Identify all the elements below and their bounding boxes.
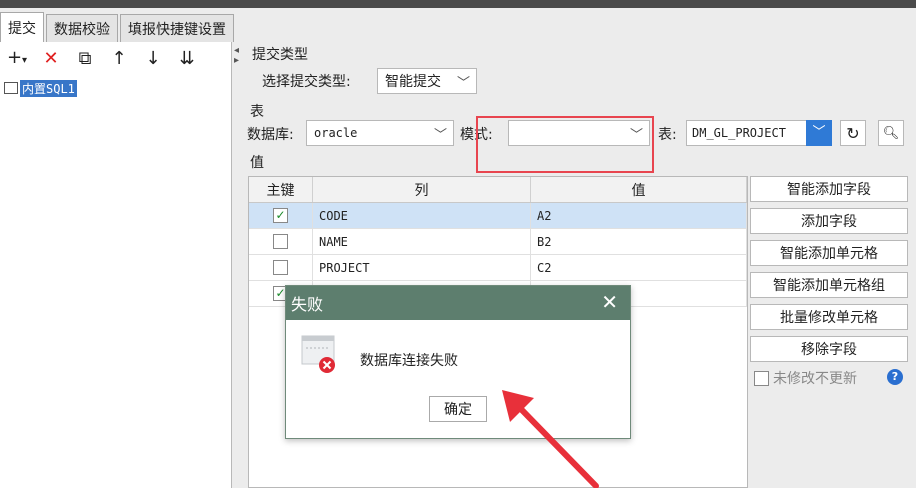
database-value: oracle [314, 126, 358, 140]
table-row[interactable]: ✓ CODE A2 [249, 203, 747, 229]
close-icon[interactable]: ✕ [601, 290, 618, 314]
preview-icon: 🔍︎ [882, 125, 900, 141]
chevron-down-icon: ﹀ [806, 120, 832, 146]
dialog-title: 失败 [291, 295, 324, 314]
smart-add-cell-button[interactable]: 智能添加单元格 [750, 240, 908, 266]
submit-type-select[interactable]: 智能提交 ﹀ [377, 68, 477, 94]
row-value[interactable]: B2 [531, 229, 747, 254]
remove-field-button[interactable]: 移除字段 [750, 336, 908, 362]
chevron-down-icon: ﹀ [456, 76, 470, 91]
splitter-handle[interactable]: ◂ ▸ [234, 46, 240, 66]
left-panel: +▾ ✕ ⧉ ↑ ↓ ⇊ 内置SQL1 [0, 42, 232, 488]
table-row[interactable]: PROJECT C2 [249, 255, 747, 281]
ok-button[interactable]: 确定 [429, 396, 487, 422]
key-checkbox[interactable] [273, 260, 288, 275]
tab-data-validation[interactable]: 数据校验 [46, 14, 118, 42]
row-column[interactable]: PROJECT [313, 255, 531, 280]
database-select[interactable]: oracle ﹀ [306, 120, 454, 146]
row-value[interactable]: C2 [531, 255, 747, 280]
submit-type-value: 智能提交 [385, 74, 441, 90]
table-icon [4, 82, 18, 94]
no-update-unmodified-option[interactable]: 未修改不更新 [754, 368, 857, 388]
move-up-icon[interactable]: ↑ [108, 48, 130, 70]
tree-item-sql1[interactable]: 内置SQL1 [0, 79, 77, 97]
refresh-button[interactable]: ↻ [840, 120, 866, 146]
no-update-checkbox[interactable] [754, 370, 769, 386]
submit-type-label: 选择提交类型: [262, 74, 351, 90]
tab-submit[interactable]: 提交 [0, 12, 44, 42]
help-icon[interactable]: ? [887, 369, 903, 385]
row-value[interactable]: A2 [531, 203, 747, 228]
tab-shortcut-settings[interactable]: 填报快捷键设置 [120, 14, 234, 42]
no-update-label: 未修改不更新 [773, 371, 857, 387]
error-icon [301, 335, 335, 373]
refresh-icon: ↻ [846, 123, 860, 143]
table-value: DM_GL_PROJECT [692, 126, 786, 140]
annotation-arrow-icon [502, 390, 599, 488]
add-icon[interactable]: +▾ [6, 47, 28, 72]
window-top-bar [0, 0, 916, 8]
value-section-title: 值 [250, 155, 264, 171]
table-section-title: 表 [250, 104, 264, 120]
dialog-titlebar: 失败 ✕ [286, 286, 630, 320]
table-label: 表: [658, 127, 677, 143]
row-column[interactable]: NAME [313, 229, 531, 254]
preview-button[interactable]: 🔍︎ [878, 120, 904, 146]
submit-type-title: 提交类型 [252, 47, 308, 63]
tree-item-label: 内置SQL1 [20, 79, 77, 97]
database-label: 数据库: [247, 127, 294, 143]
batch-modify-cells-button[interactable]: 批量修改单元格 [750, 304, 908, 330]
add-field-button[interactable]: 添加字段 [750, 208, 908, 234]
column-header-value[interactable]: 值 [531, 177, 747, 202]
left-toolbar: +▾ ✕ ⧉ ↑ ↓ ⇊ [0, 42, 231, 76]
row-column[interactable]: CODE [313, 203, 531, 228]
key-checkbox[interactable]: ✓ [273, 208, 288, 223]
smart-add-field-button[interactable]: 智能添加字段 [750, 176, 908, 202]
table-row[interactable]: NAME B2 [249, 229, 747, 255]
mode-highlight-box [476, 116, 654, 173]
sort-icon[interactable]: ⇊ [176, 48, 198, 70]
table-header: 主键 列 值 [249, 177, 747, 203]
smart-add-cell-group-button[interactable]: 智能添加单元格组 [750, 272, 908, 298]
column-header-key[interactable]: 主键 [249, 177, 313, 202]
column-header-column[interactable]: 列 [313, 177, 531, 202]
delete-icon[interactable]: ✕ [40, 48, 62, 70]
tab-bar: 提交 数据校验 填报快捷键设置 [0, 12, 236, 42]
table-select[interactable]: DM_GL_PROJECT ﹀ [686, 120, 832, 146]
move-down-icon[interactable]: ↓ [142, 48, 164, 70]
dialog-message: 数据库连接失败 [360, 353, 458, 369]
chevron-down-icon: ﹀ [433, 128, 447, 143]
key-checkbox[interactable] [273, 234, 288, 249]
copy-icon[interactable]: ⧉ [74, 48, 96, 70]
